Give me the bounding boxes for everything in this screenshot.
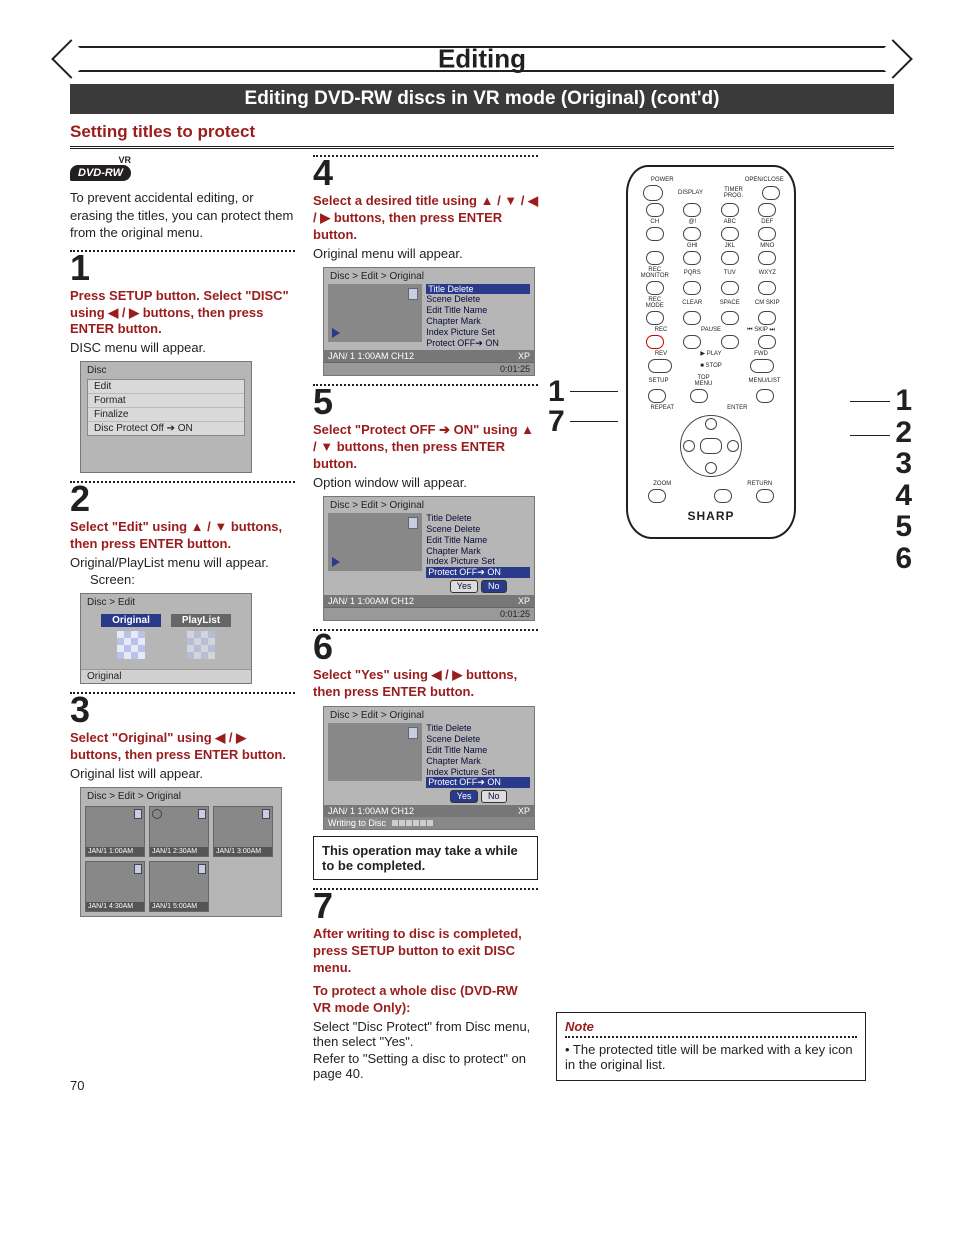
osd-side-menu: Title Delete Scene Delete Edit Title Nam…	[426, 723, 530, 803]
osd-side-menu: Title Delete Scene Delete Edit Title Nam…	[426, 284, 530, 349]
page-number: 70	[70, 1078, 84, 1093]
screen-label: Screen:	[90, 572, 295, 587]
osd-original-list-title: Disc > Edit > Original	[81, 788, 281, 802]
osd-title-menu-6: Disc > Edit > Original Title Delete Scen…	[323, 706, 535, 830]
osd-edit-menu-title: Disc > Edit	[81, 594, 251, 608]
osd-disc-menu: Disc Edit Format Finalize Disc Protect O…	[80, 361, 252, 473]
step-4-result: Original menu will appear.	[313, 246, 538, 261]
osd-item: Disc Protect Off ➔ ON	[88, 422, 244, 435]
osd-title: Disc > Edit > Original	[324, 268, 534, 282]
step-number-1: 1	[70, 250, 295, 286]
remote-dpad-icon	[680, 415, 742, 477]
note-title: Note	[565, 1019, 594, 1034]
osd-title: Disc > Edit > Original	[324, 707, 534, 721]
step-3-instruction: Select "Original" using ◀ / ▶ buttons, t…	[70, 730, 295, 764]
remote-enter-button	[700, 438, 722, 454]
remote-key-1	[683, 227, 701, 241]
osd-title-menu-4: Disc > Edit > Original Title Delete Scen…	[323, 267, 535, 377]
sub-heading: Editing DVD-RW discs in VR mode (Origina…	[70, 84, 894, 114]
dvd-rw-badge: DVD-RW	[70, 165, 131, 181]
dvd-rw-vr-badge: VR DVD-RW	[70, 155, 131, 185]
brand-label: SHARP	[636, 509, 786, 523]
step-number-2: 2	[70, 481, 295, 517]
step-number-4: 4	[313, 155, 538, 191]
remote-control-icon: POWEROPEN/CLOSE DISPLAYTIMER PROG. CH@!A…	[626, 165, 796, 539]
osd-item: Finalize	[88, 408, 244, 422]
yes-button: Yes	[450, 580, 479, 593]
whole-disc-body2: Refer to "Setting a disc to protect" on …	[313, 1051, 538, 1081]
step-2-result: Original/PlayList menu will appear.	[70, 555, 295, 570]
step-3-result: Original list will appear.	[70, 766, 295, 781]
step-7-instruction: After writing to disc is completed, pres…	[313, 926, 538, 977]
step-5-instruction: Select "Protect OFF ➔ ON" using ▲ / ▼ bu…	[313, 422, 538, 473]
play-icon	[332, 557, 340, 567]
column-right: 1 7 1 2 3 4 5 6 POWEROPEN/CLOSE DISPLAYT…	[556, 155, 866, 1081]
step-number-7: 7	[313, 888, 538, 924]
column-middle: 4 Select a desired title using ▲ / ▼ / ◀…	[313, 155, 538, 1081]
thumbnail-item: JAN/1 5:00AM	[149, 861, 209, 912]
thumbnail-item: JAN/1 3:00AM	[213, 806, 273, 857]
thumbnail-item: JAN/1 4:30AM	[85, 861, 145, 912]
thumbnail-item: JAN/1 2:30AM	[149, 806, 209, 857]
osd-title-menu-5: Disc > Edit > Original Title Delete Scen…	[323, 496, 535, 621]
page-title: Editing	[70, 44, 894, 75]
thumbnail-icon	[117, 631, 145, 659]
osd-original-list: Disc > Edit > Original JAN/1 1:00AM JAN/…	[80, 787, 282, 917]
page-header: Editing	[70, 40, 894, 78]
step-number-6: 6	[313, 629, 538, 665]
whole-disc-body1: Select "Disc Protect" from Disc menu, th…	[313, 1019, 538, 1049]
osd-disc-menu-title: Disc	[81, 362, 251, 376]
note-box: Note • The protected title will be marke…	[556, 1012, 866, 1081]
remote-callout-left: 7	[548, 405, 565, 439]
osd-caption: Original	[81, 669, 251, 683]
thumbnail-icon	[187, 631, 215, 659]
step-5-result: Option window will appear.	[313, 475, 538, 490]
intro-text: To prevent accidental editing, or erasin…	[70, 189, 295, 242]
duration-callout: This operation may take a while to be co…	[313, 836, 538, 880]
step-2-instruction: Select "Edit" using ▲ / ▼ buttons, then …	[70, 519, 295, 553]
whole-disc-head: To protect a whole disc (DVD-RW VR mode …	[313, 983, 538, 1017]
section-heading: Setting titles to protect	[70, 122, 894, 149]
thumbnail-item: JAN/1 1:00AM	[85, 806, 145, 857]
step-1-result: DISC menu will appear.	[70, 340, 295, 355]
osd-title: Disc > Edit > Original	[324, 497, 534, 511]
osd-edit-menu: Disc > Edit Original PlayList Original	[80, 593, 252, 684]
step-number-3: 3	[70, 692, 295, 728]
preview-pane	[328, 513, 422, 571]
note-body: • The protected title will be marked wit…	[565, 1042, 857, 1072]
step-1-instruction: Press SETUP button. Select "DISC" using …	[70, 288, 295, 339]
yes-button: Yes	[450, 790, 479, 803]
step-4-instruction: Select a desired title using ▲ / ▼ / ◀ /…	[313, 193, 538, 244]
osd-playlist-label: PlayList	[171, 614, 231, 627]
remote-callout-left: 1	[548, 375, 565, 409]
preview-pane	[328, 723, 422, 781]
vr-tag: VR	[70, 155, 131, 165]
no-button: No	[481, 790, 507, 803]
step-6-instruction: Select "Yes" using ◀ / ▶ buttons, then p…	[313, 667, 538, 701]
remote-diagram: 1 7 1 2 3 4 5 6 POWEROPEN/CLOSE DISPLAYT…	[556, 155, 866, 539]
osd-side-menu: Title Delete Scene Delete Edit Title Nam…	[426, 513, 530, 593]
osd-item: Edit	[88, 380, 244, 394]
osd-original-label: Original	[101, 614, 161, 627]
preview-pane	[328, 284, 422, 342]
play-icon	[332, 328, 340, 338]
no-button: No	[481, 580, 507, 593]
step-number-5: 5	[313, 384, 538, 420]
osd-item: Format	[88, 394, 244, 408]
remote-callout-right: 1 2 3 4 5 6	[895, 385, 912, 574]
column-left: VR DVD-RW To prevent accidental editing,…	[70, 155, 295, 1081]
